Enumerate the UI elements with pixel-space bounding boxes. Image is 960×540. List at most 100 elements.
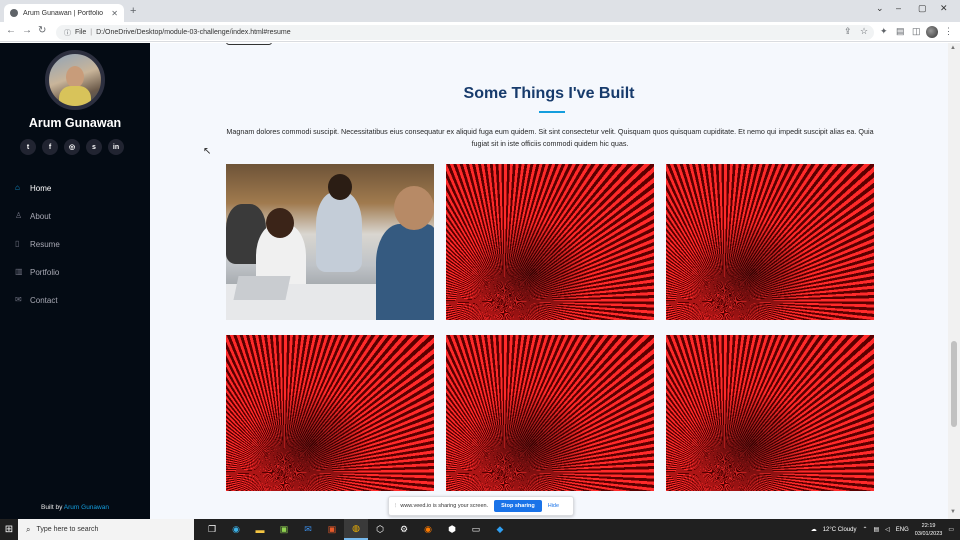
chrome-icon[interactable]: ◍ [344,519,368,540]
new-tab-button[interactable]: + [130,5,136,17]
taskbar: ⊞ ⌕ Type here to search ❐ ◉ ▬ ▣ ✉ ▣ ◍ ⬡ … [0,519,960,540]
sidebar-item-label: Contact [30,295,58,305]
sidebar-item-label: About [30,211,51,221]
weather-icon[interactable]: ☁ [811,526,817,533]
project-card-team-photo[interactable] [226,164,434,320]
title-underline [539,111,565,113]
sidebar-item-label: Resume [30,239,60,249]
facebook-icon[interactable]: f [42,139,58,155]
user-icon: ♙ [15,211,23,220]
scroll-down-icon[interactable]: ▼ [950,509,956,515]
browser-tab-bar: Arum Gunawan | Portfolio ✕ + ⌄ – ▢ ✕ [0,0,960,22]
envelope-icon: ✉ [15,295,22,304]
address-url: D:/OneDrive/Desktop/module-03-challenge/… [96,29,291,36]
stop-sharing-button[interactable]: Stop sharing [494,500,542,512]
github-icon[interactable]: ⬡ [368,519,392,540]
section-description: Magnam dolores commodi suscipit. Necessi… [226,127,874,148]
forward-icon[interactable]: → [22,25,32,36]
sidebar-item-home[interactable]: ⌂ Home [15,174,60,202]
app-icon[interactable]: ⬢ [440,519,464,540]
instagram-icon[interactable]: ◎ [64,139,80,155]
notifications-icon[interactable]: ▭ [948,526,954,533]
skype-icon[interactable]: s [86,139,102,155]
globe-icon [10,9,18,17]
mail-icon[interactable]: ✉ [296,519,320,540]
sidebar-item-label: Portfolio [30,267,60,277]
tab-search-icon[interactable]: ⌄ [876,3,884,14]
mouse-cursor-icon: ↖ [203,146,212,157]
credits-link[interactable]: Arum Gunawan [64,504,109,511]
scroll-up-icon[interactable]: ▲ [950,45,956,51]
clock[interactable]: 22:19 03/01/2023 [915,522,943,538]
social-links: t f ◎ s in [20,139,124,155]
terminal-icon[interactable]: ▭ [464,519,488,540]
minimize-icon[interactable]: – [896,3,901,13]
edge-icon[interactable]: ◉ [224,519,248,540]
screen-share-bar: ⦙ www.veed.io is sharing your screen. St… [388,496,574,516]
clock-time: 22:19 [921,522,936,529]
book-icon: ▥ [15,267,23,276]
weather-text[interactable]: 12°C Cloudy [823,527,857,533]
project-card-red-abstract[interactable] [226,335,434,491]
hide-button[interactable]: Hide [548,503,559,509]
vscode-icon[interactable]: ◆ [488,519,512,540]
sidebar-item-resume[interactable]: ▯ Resume [15,230,60,258]
chevron-up-icon[interactable]: ⌃ [862,526,867,533]
photos-icon[interactable]: ▣ [320,519,344,540]
browser-tab[interactable]: Arum Gunawan | Portfolio ✕ [4,4,124,22]
settings-icon[interactable]: ⚙ [392,519,416,540]
main-content: Some Things I've Built Magnam dolores co… [150,43,948,519]
maximize-icon[interactable]: ▢ [918,3,927,14]
extensions-icon[interactable]: ✦ [880,26,888,37]
close-tab-icon[interactable]: ✕ [111,9,118,18]
windows-start-icon[interactable]: ⊞ [0,519,18,540]
scroll-thumb[interactable] [951,341,957,427]
browser-toolbar: ← → ↻ ⓘ File | D:/OneDrive/Desktop/modul… [0,22,960,42]
sidebar-item-label: Home [30,183,52,193]
taskbar-apps: ❐ ◉ ▬ ▣ ✉ ▣ ◍ ⬡ ⚙ ◉ ⬢ ▭ ◆ [200,519,512,540]
search-placeholder: Type here to search [36,526,99,533]
search-icon: ⌕ [26,524,31,534]
clock-date: 03/01/2023 [914,530,943,537]
tab-title: Arum Gunawan | Portfolio [23,9,104,17]
star-icon[interactable]: ☆ [860,26,868,37]
sidebar-item-contact[interactable]: ✉ Contact [15,286,60,314]
sidebar: Arum Gunawan t f ◎ s in ⌂ Home ♙ About ▯… [0,43,150,519]
project-card-red-abstract[interactable] [446,335,654,491]
share-message: www.veed.io is sharing your screen. [400,503,489,509]
partial-button[interactable] [226,43,272,45]
menu-icon[interactable]: ⋮ [944,26,953,37]
linkedin-icon[interactable]: in [108,139,124,155]
store-icon[interactable]: ▣ [272,519,296,540]
firefox-icon[interactable]: ◉ [416,519,440,540]
language-indicator[interactable]: ENG [896,527,909,533]
taskbar-search[interactable]: ⌕ Type here to search [18,519,194,540]
side-panel-icon[interactable]: ◫ [912,26,921,37]
close-window-icon[interactable]: ✕ [940,3,948,14]
twitter-icon[interactable]: t [20,139,36,155]
back-icon[interactable]: ← [6,25,16,36]
volume-icon[interactable]: ◁ [885,526,890,533]
project-card-red-abstract[interactable] [666,335,874,491]
credits: Built by Arum Gunawan [41,504,109,511]
project-card-red-abstract[interactable] [446,164,654,320]
file-icon: ▯ [15,239,20,248]
media-icon[interactable]: ▤ [896,26,905,37]
reload-icon[interactable]: ↻ [38,25,46,36]
sidebar-item-portfolio[interactable]: ▥ Portfolio [15,258,60,286]
task-view-icon[interactable]: ❐ [200,519,224,540]
sidebar-item-about[interactable]: ♙ About [15,202,60,230]
address-bar[interactable]: ⓘ File | D:/OneDrive/Desktop/module-03-c… [56,25,874,40]
drag-handle-icon[interactable]: ⦙ [395,503,396,510]
project-card-red-abstract[interactable] [666,164,874,320]
home-icon: ⌂ [15,183,20,192]
profile-avatar[interactable] [926,26,938,38]
info-icon[interactable]: ⓘ [64,28,71,38]
page-scrollbar[interactable]: ▲ ▼ [948,43,960,519]
file-explorer-icon[interactable]: ▬ [248,519,272,540]
profile-name[interactable]: Arum Gunawan [0,116,150,130]
profile-photo [45,50,105,110]
share-icon[interactable]: ⇪ [844,26,852,37]
address-prefix: File [75,29,87,36]
network-icon[interactable]: ▤ [873,526,879,533]
